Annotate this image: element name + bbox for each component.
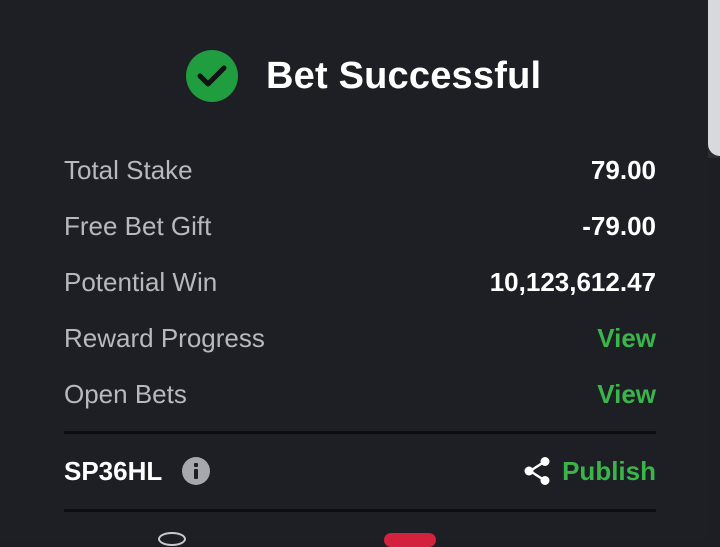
- summary-label: Free Bet Gift: [64, 210, 212, 241]
- summary-value: 79.00: [590, 154, 656, 185]
- summary-row-free-bet-gift: Free Bet Gift -79.00: [64, 198, 656, 254]
- reward-progress-view-link[interactable]: View: [597, 323, 656, 354]
- divider: [64, 431, 656, 434]
- summary-value: 10,123,612.47: [489, 266, 656, 297]
- booking-code-group: SP36HL: [64, 455, 211, 487]
- info-icon[interactable]: [182, 457, 211, 485]
- success-header: Bet Successful: [186, 48, 541, 104]
- summary-row-reward-progress: Reward Progress View: [64, 310, 656, 366]
- booking-code: SP36HL: [64, 455, 163, 486]
- bet-summary-list: Total Stake 79.00 Free Bet Gift -79.00 P…: [64, 142, 656, 422]
- summary-label: Open Bets: [64, 378, 187, 409]
- summary-label: Reward Progress: [64, 322, 265, 353]
- summary-row-open-bets: Open Bets View: [64, 366, 656, 422]
- summary-value: -79.00: [582, 210, 656, 241]
- open-bets-view-link[interactable]: View: [597, 379, 656, 410]
- summary-label: Total Stake: [64, 154, 193, 185]
- summary-label: Potential Win: [64, 266, 218, 297]
- check-mark-icon: [197, 65, 227, 87]
- publish-button[interactable]: Publish: [522, 456, 656, 487]
- bottom-button-partial: [384, 533, 436, 547]
- page-title: Bet Successful: [266, 54, 542, 97]
- share-icon: [524, 457, 550, 485]
- summary-row-total-stake: Total Stake 79.00: [64, 142, 656, 198]
- check-circle-icon: [186, 50, 238, 102]
- bottom-icon-partial: [158, 532, 186, 546]
- info-glyph-icon: [194, 463, 199, 479]
- summary-row-potential-win: Potential Win 10,123,612.47: [64, 254, 656, 310]
- scrollbar-thumb[interactable]: [708, 0, 720, 156]
- publish-label: Publish: [562, 455, 656, 486]
- booking-code-row: SP36HL Publish: [64, 442, 656, 500]
- divider: [64, 509, 656, 512]
